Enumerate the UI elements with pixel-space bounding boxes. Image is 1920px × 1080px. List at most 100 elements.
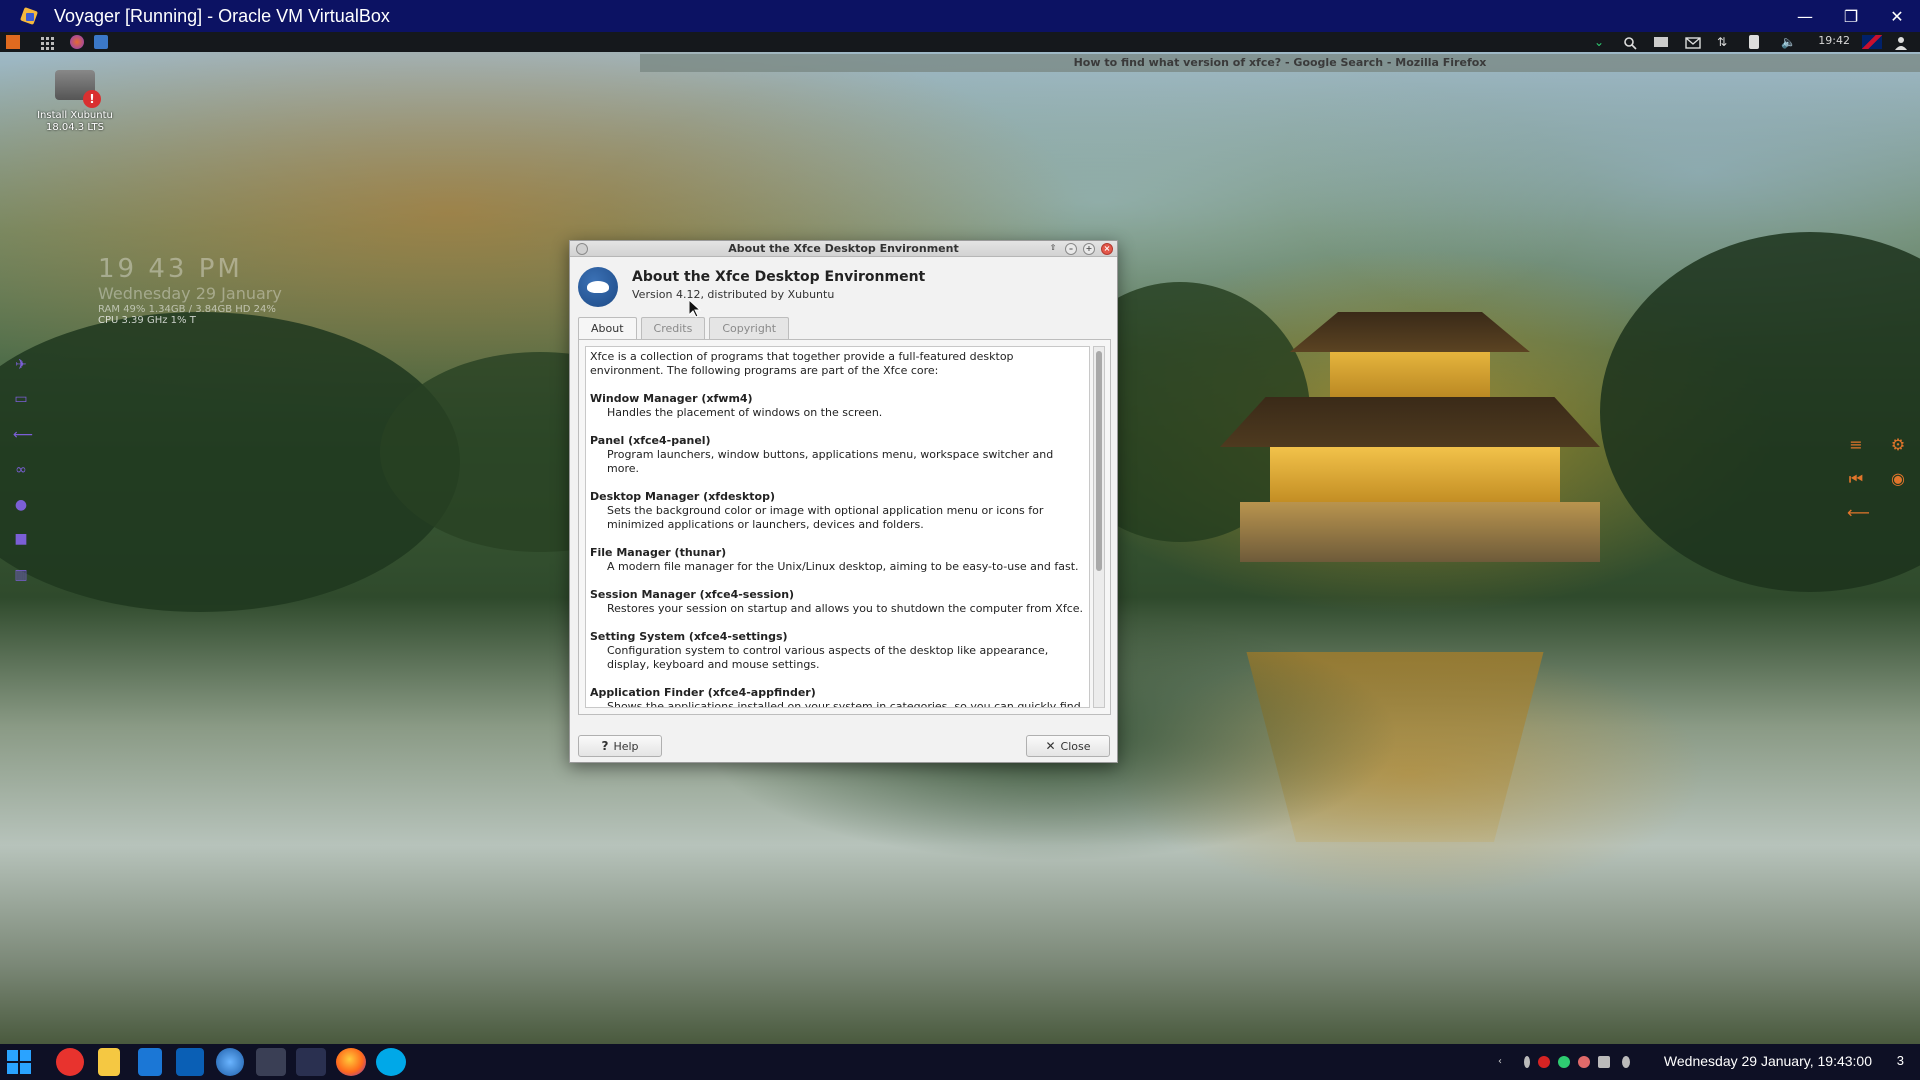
file-explorer-taskbar-icon[interactable] [98,1048,120,1076]
firefox-taskbar-icon[interactable] [336,1048,366,1076]
dialog-titlebar[interactable]: About the Xfce Desktop Environment ⇧ – +… [570,241,1117,257]
virtualbox-titlebar: Voyager [Running] - Oracle VM VirtualBox… [0,0,1920,32]
about-text-view[interactable]: Xfce is a collection of programs that to… [585,346,1090,708]
battery-icon[interactable] [1749,35,1759,49]
section-desc: Shows the applications installed on your… [607,700,1081,708]
uk-flag-keyboard-icon[interactable] [1862,35,1882,49]
scrollbar-thumb[interactable] [1096,351,1102,571]
about-xfce-dialog: About the Xfce Desktop Environment ⇧ – +… [569,240,1118,763]
guest-panel-clock[interactable]: 19:42 [1818,34,1850,47]
search-icon[interactable] [1623,35,1637,50]
dialog-close-x-button[interactable]: × [1101,243,1113,255]
section-desktop-manager: Desktop Manager (xfdesktop) Sets the bac… [590,490,1085,532]
active-window-button[interactable] [94,35,108,49]
question-icon: ? [601,739,609,753]
check-tray-icon[interactable] [1558,1056,1570,1068]
error-tray-icon[interactable] [1538,1056,1550,1068]
wallpaper-golden-pavilion [1180,312,1640,572]
whisker-menu-icon[interactable] [6,35,20,49]
app-tray-icon[interactable] [1578,1056,1590,1068]
dialog-header: About the Xfce Desktop Environment Versi… [578,265,1108,309]
dialog-tabs: About Credits Copyright [578,317,793,341]
chart-bars-icon[interactable]: ▥ [13,568,29,582]
xfce-mouse-logo-icon [578,267,618,307]
conky-time: 19 43 PM [98,254,243,284]
tab-credits[interactable]: Credits [640,317,706,339]
section-desc: Configuration system to control various … [607,644,1049,671]
app-swirl-taskbar-icon[interactable] [216,1048,244,1076]
arrow-back-icon[interactable]: ⟵ [1847,504,1870,522]
tray-overflow-icon[interactable]: ‹ [1498,1056,1510,1068]
mouse-cursor-icon [688,298,702,318]
section-panel: Panel (xfce4-panel) Program launchers, w… [590,434,1085,476]
notification-count[interactable]: 3 [1897,1053,1904,1068]
wallpaper-trees-right [1600,232,1920,592]
gear-icon[interactable]: ⚙ [1889,436,1907,454]
windows-start-icon[interactable] [4,1048,34,1076]
section-window-manager: Window Manager (xfwm4) Handles the place… [590,392,1085,420]
guest-top-panel: ⌄ ⇅ 🔈 19:42 [0,32,1920,52]
close-button[interactable]: ✕ Close [1026,735,1110,757]
section-title: Panel (xfce4-panel) [590,434,711,447]
firefox-background-titlebar[interactable]: How to find what version of xfce? - Goog… [640,54,1920,72]
monitor-icon[interactable]: ▭ [13,392,29,406]
lock-icon[interactable]: ■ [13,532,29,546]
close-window-button[interactable]: ✕ [1874,0,1920,32]
tab-copyright[interactable]: Copyright [709,317,790,339]
dialog-maximize-button[interactable]: + [1083,243,1095,255]
airplane-icon[interactable]: ✈ [13,358,29,372]
volume-tray-icon[interactable] [1622,1056,1630,1068]
conky-widget: 19 43 PM Wednesday 29 January RAM 49% 1.… [98,254,282,326]
vertical-scrollbar[interactable] [1093,346,1105,708]
skype-taskbar-icon[interactable] [376,1048,406,1076]
virtualbox-vm-taskbar-icon[interactable] [256,1048,286,1076]
vivaldi-taskbar-icon[interactable] [56,1048,84,1076]
globe-icon[interactable]: ● [13,498,29,512]
close-button-label: Close [1060,739,1091,753]
network-tray-icon[interactable] [1598,1056,1610,1068]
close-icon: ✕ [1045,739,1056,753]
conky-cpu: CPU 3.39 GHz 1% T [98,315,196,326]
outlook-taskbar-icon[interactable] [176,1048,204,1076]
tab-about[interactable]: About [578,317,637,341]
desktop-icon-label: Install Xubuntu 18.04.3 LTS [37,110,113,133]
chevron-down-icon[interactable]: ⌄ [1592,35,1606,49]
version-text: Version 4.12, distributed by Xubuntu [632,288,835,301]
window-list-icon[interactable] [1654,37,1668,47]
install-xubuntu-desktop-icon[interactable]: Install Xubuntu 18.04.3 LTS [30,70,120,134]
section-file-manager: File Manager (thunar) A modern file mana… [590,546,1085,574]
conky-sys: RAM 49% 1.34GB / 3.84GB HD 24% [98,304,276,315]
vmware-taskbar-icon[interactable] [296,1048,326,1076]
window-title: Voyager [Running] - Oracle VM VirtualBox [54,5,390,26]
section-desc: Program launchers, window buttons, appli… [607,448,1054,475]
volume-icon[interactable]: 🔈 [1781,35,1796,49]
dialog-menu-button[interactable] [576,243,588,255]
mail-icon[interactable] [1685,35,1701,49]
app-grid-icon[interactable] [40,35,54,50]
section-session-manager: Session Manager (xfce4-session) Restores… [590,588,1085,616]
dialog-heading: About the Xfce Desktop Environment [632,269,926,285]
eye-icon[interactable]: ◉ [1889,470,1907,488]
tab-panel: Xfce is a collection of programs that to… [578,339,1111,715]
windows-taskbar: ‹ Wednesday 29 January, 19:43:00 3 [0,1044,1920,1080]
help-button[interactable]: ? Help [578,735,662,757]
restore-button[interactable]: ❐ [1828,0,1874,32]
intro-text: Xfce is a collection of programs that to… [590,350,1014,377]
skip-back-icon[interactable]: ⏮ [1847,470,1865,488]
dialog-minimize-button[interactable]: – [1065,243,1077,255]
virtualbox-app-icon [20,6,40,26]
dialog-window-title: About the Xfce Desktop Environment [728,242,959,255]
section-desc: A modern file manager for the Unix/Linux… [607,560,1079,573]
section-desc: Handles the placement of windows on the … [607,406,883,419]
taskbar-datetime[interactable]: Wednesday 29 January, 19:43:00 [1664,1053,1872,1069]
mask-icon[interactable]: ∞ [13,463,29,477]
shade-button[interactable]: ⇧ [1047,243,1059,255]
user-icon[interactable] [1894,35,1908,50]
bluetooth-icon[interactable] [1524,1056,1530,1068]
store-taskbar-icon[interactable] [138,1048,162,1076]
network-transfer-icon[interactable]: ⇅ [1717,35,1731,49]
menu-lines-icon[interactable]: ≡ [1847,436,1865,454]
arrow-left-icon[interactable]: ⟵ [13,428,33,442]
firefox-panel-icon[interactable] [70,35,84,49]
minimize-button[interactable]: — [1782,0,1828,32]
